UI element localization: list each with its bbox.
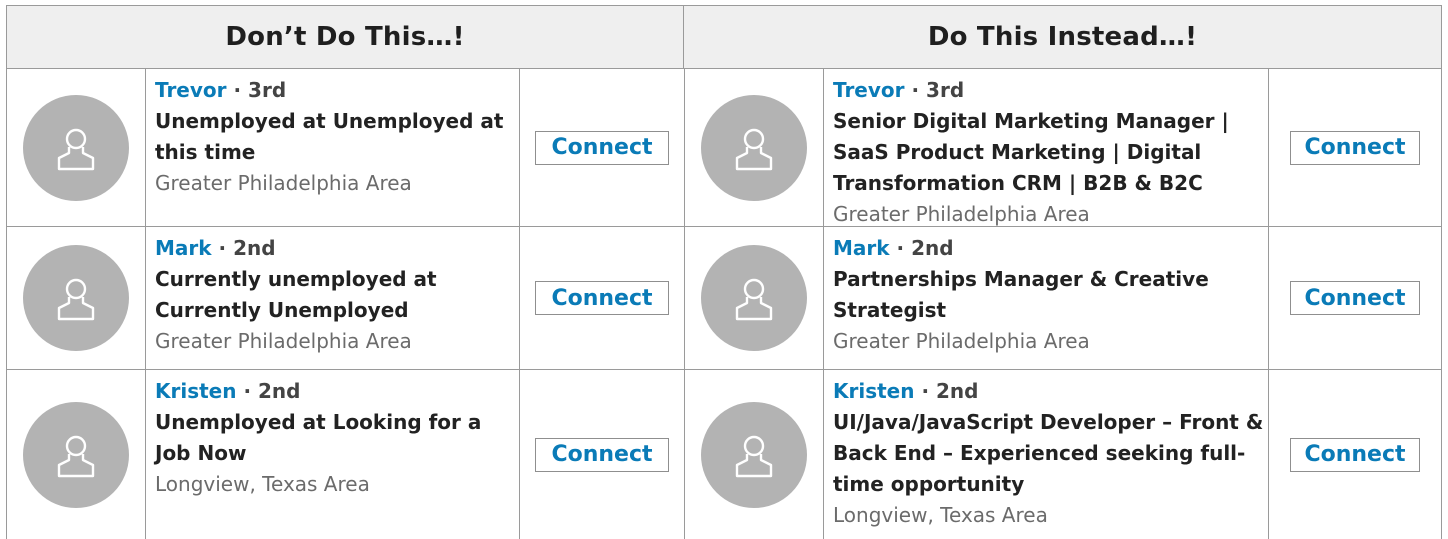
profile-name[interactable]: Mark — [833, 236, 890, 260]
profile-card: Trevor · 3rd Senior Digital Marketing Ma… — [684, 69, 1442, 227]
profile-info: Mark · 2nd Currently unemployed at Curre… — [155, 233, 514, 357]
person-outline-icon — [57, 128, 95, 170]
profile-card: Kristen · 2nd Unemployed at Looking for … — [6, 370, 684, 539]
avatar-cell — [7, 227, 146, 369]
avatar-cell — [685, 370, 824, 539]
do-heading: Do This Instead…! — [684, 5, 1442, 69]
profile-location: Greater Philadelphia Area — [155, 329, 412, 353]
profile-location: Greater Philadelphia Area — [833, 329, 1090, 353]
person-outline-icon — [735, 278, 773, 321]
profile-headline: Senior Digital Marketing Manager | SaaS … — [833, 109, 1229, 195]
connect-button[interactable]: Connect — [1290, 437, 1420, 472]
profile-info: Kristen · 2nd UI/Java/JavaScript Develop… — [833, 376, 1264, 531]
profile-card: Mark · 2nd Partnerships Manager & Creati… — [684, 227, 1442, 370]
avatar[interactable] — [701, 401, 807, 508]
profile-card: Mark · 2nd Currently unemployed at Curre… — [6, 227, 684, 370]
person-outline-icon — [57, 435, 95, 477]
profile-name[interactable]: Trevor — [155, 78, 227, 102]
avatar-cell — [685, 227, 824, 369]
profile-headline: Unemployed at Unemployed at this time — [155, 109, 504, 164]
profile-name[interactable]: Mark — [155, 236, 212, 260]
person-outline-icon — [57, 278, 95, 321]
profile-name[interactable]: Kristen — [155, 379, 236, 403]
profile-headline: UI/Java/JavaScript Developer – Front & B… — [833, 410, 1264, 496]
profile-location: Greater Philadelphia Area — [155, 171, 412, 195]
profile-name[interactable]: Kristen — [833, 379, 914, 403]
connect-button[interactable]: Connect — [535, 130, 669, 165]
avatar[interactable] — [23, 245, 129, 351]
action-cell: Connect — [519, 69, 684, 226]
avatar-cell — [685, 69, 824, 226]
action-cell: Connect — [519, 227, 684, 369]
avatar[interactable] — [701, 245, 807, 351]
profile-location: Longview, Texas Area — [155, 472, 370, 496]
connect-button[interactable]: Connect — [1290, 130, 1420, 165]
connection-degree: · 2nd — [236, 379, 301, 403]
avatar[interactable] — [23, 94, 129, 201]
action-cell: Connect — [1268, 69, 1442, 226]
profile-info: Mark · 2nd Partnerships Manager & Creati… — [833, 233, 1264, 357]
dont-column: Don’t Do This…! Trevor · 3rd Unemployed … — [6, 5, 684, 539]
connection-degree: · 2nd — [889, 236, 954, 260]
profile-name[interactable]: Trevor — [833, 78, 905, 102]
action-cell: Connect — [1268, 370, 1442, 539]
comparison-grid: Don’t Do This…! Trevor · 3rd Unemployed … — [6, 5, 1442, 539]
profile-card: Kristen · 2nd UI/Java/JavaScript Develop… — [684, 370, 1442, 539]
connection-degree: · 2nd — [211, 236, 276, 260]
profile-card: Trevor · 3rd Unemployed at Unemployed at… — [6, 69, 684, 227]
avatar-cell — [7, 370, 146, 539]
dont-heading: Don’t Do This…! — [6, 5, 684, 69]
profile-headline: Partnerships Manager & Creative Strategi… — [833, 267, 1209, 322]
connection-degree: · 3rd — [904, 78, 965, 102]
connect-button[interactable]: Connect — [1290, 281, 1420, 315]
person-outline-icon — [735, 435, 773, 477]
connect-button[interactable]: Connect — [535, 437, 669, 472]
profile-info: Kristen · 2nd Unemployed at Looking for … — [155, 376, 514, 500]
profile-info: Trevor · 3rd Senior Digital Marketing Ma… — [833, 75, 1264, 230]
person-outline-icon — [735, 128, 773, 170]
avatar[interactable] — [701, 94, 807, 201]
profile-headline: Currently unemployed at Currently Unempl… — [155, 267, 437, 322]
connect-button[interactable]: Connect — [535, 281, 669, 315]
avatar[interactable] — [23, 401, 129, 508]
profile-location: Greater Philadelphia Area — [833, 202, 1090, 226]
avatar-cell — [7, 69, 146, 226]
connection-degree: · 2nd — [914, 379, 979, 403]
action-cell: Connect — [1268, 227, 1442, 369]
profile-location: Longview, Texas Area — [833, 503, 1048, 527]
profile-headline: Unemployed at Looking for a Job Now — [155, 410, 482, 465]
connection-degree: · 3rd — [226, 78, 287, 102]
profile-info: Trevor · 3rd Unemployed at Unemployed at… — [155, 75, 514, 199]
do-column: Do This Instead…! Trevor · 3rd Senior Di… — [684, 5, 1442, 539]
action-cell: Connect — [519, 370, 684, 539]
